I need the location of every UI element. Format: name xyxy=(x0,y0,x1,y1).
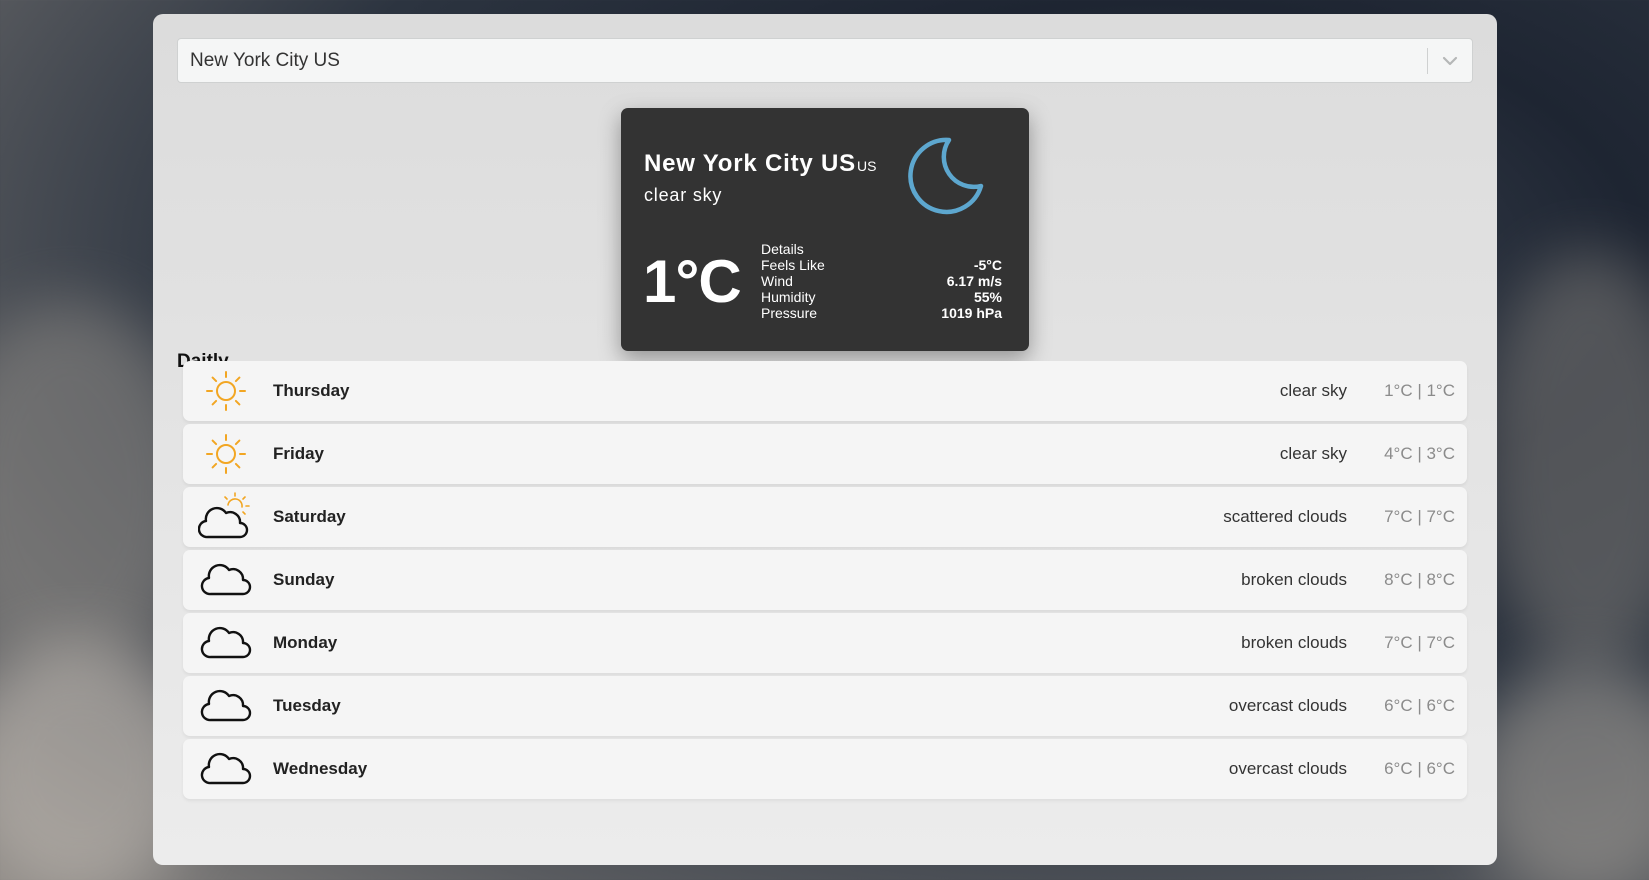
day-name: Saturday xyxy=(273,507,346,526)
day-description: clear sky xyxy=(1279,444,1347,463)
current-country: US xyxy=(856,158,877,174)
cloud-icon xyxy=(183,550,269,610)
daily-row-saturday[interactable]: Saturday scattered clouds 7°C | 7°C xyxy=(183,487,1467,547)
day-temperatures: 1°C | 1°C xyxy=(1384,381,1455,400)
day-description: broken clouds xyxy=(1241,633,1347,652)
moon-icon xyxy=(905,134,985,221)
detail-label: Pressure xyxy=(761,305,818,321)
background-cloud xyxy=(1480,250,1649,670)
detail-pressure: Pressure 1019 hPa xyxy=(761,305,1002,321)
detail-feels-like: Feels Like -5°C xyxy=(761,257,1002,273)
chevron-down-icon[interactable] xyxy=(1428,56,1472,66)
current-city-name: New York City US xyxy=(644,150,856,177)
cloud-sun-icon xyxy=(183,487,269,547)
current-temperature: 1°C xyxy=(643,248,742,315)
day-temperatures: 6°C | 6°C xyxy=(1384,759,1455,778)
cloud-icon xyxy=(183,739,269,799)
daily-row-thursday[interactable]: Thursday clear sky 1°C | 1°C xyxy=(183,361,1467,421)
day-name: Wednesday xyxy=(273,759,368,778)
details-title-row: Details xyxy=(761,241,1002,257)
detail-wind: Wind 6.17 m/s xyxy=(761,273,1002,289)
detail-humidity: Humidity 55% xyxy=(761,289,1002,305)
cloud-icon xyxy=(183,676,269,736)
day-description: clear sky xyxy=(1279,381,1347,400)
day-temperatures: 8°C | 8°C xyxy=(1384,570,1455,589)
day-description: overcast clouds xyxy=(1228,696,1347,715)
current-weather-card: New York City USUS clear sky 1°C Details… xyxy=(621,108,1029,351)
daily-row-wednesday[interactable]: Wednesday overcast clouds 6°C | 6°C xyxy=(183,739,1467,799)
sun-icon xyxy=(183,361,269,421)
detail-value: 1019 hPa xyxy=(941,305,1002,321)
day-name: Friday xyxy=(273,444,325,463)
daily-row-sunday[interactable]: Sunday broken clouds 8°C | 8°C xyxy=(183,550,1467,610)
daily-row-friday[interactable]: Friday clear sky 4°C | 3°C xyxy=(183,424,1467,484)
detail-label: Humidity xyxy=(761,289,816,305)
day-name: Sunday xyxy=(273,570,335,589)
day-temperatures: 6°C | 6°C xyxy=(1384,696,1455,715)
location-select-value: New York City US xyxy=(190,49,340,71)
daily-row-monday[interactable]: Monday broken clouds 7°C | 7°C xyxy=(183,613,1467,673)
sun-icon xyxy=(183,424,269,484)
daily-row-tuesday[interactable]: Tuesday overcast clouds 6°C | 6°C xyxy=(183,676,1467,736)
day-name: Thursday xyxy=(273,381,350,400)
weather-panel: New York City US New York City USUS clea… xyxy=(153,14,1497,865)
cloud-icon xyxy=(183,613,269,673)
day-description: overcast clouds xyxy=(1228,759,1347,778)
current-city: New York City USUS xyxy=(644,150,876,178)
detail-value: 6.17 m/s xyxy=(946,273,1002,289)
location-select[interactable]: New York City US xyxy=(177,38,1473,83)
day-temperatures: 7°C | 7°C xyxy=(1384,633,1455,652)
detail-label: Feels Like xyxy=(761,257,825,273)
details-list: Details Feels Like -5°C Wind 6.17 m/s Humi… xyxy=(761,241,1002,321)
day-temperatures: 4°C | 3°C xyxy=(1384,444,1455,463)
day-description: broken clouds xyxy=(1241,570,1347,589)
day-temperatures: 7°C | 7°C xyxy=(1384,507,1455,526)
current-description: clear sky xyxy=(644,185,723,205)
details-title: Details xyxy=(761,241,804,257)
day-name: Monday xyxy=(273,633,338,652)
day-description: scattered clouds xyxy=(1223,507,1347,526)
day-name: Tuesday xyxy=(273,696,341,715)
detail-label: Wind xyxy=(761,273,793,289)
detail-value: 55% xyxy=(973,289,1002,305)
detail-value: -5°C xyxy=(973,257,1002,273)
